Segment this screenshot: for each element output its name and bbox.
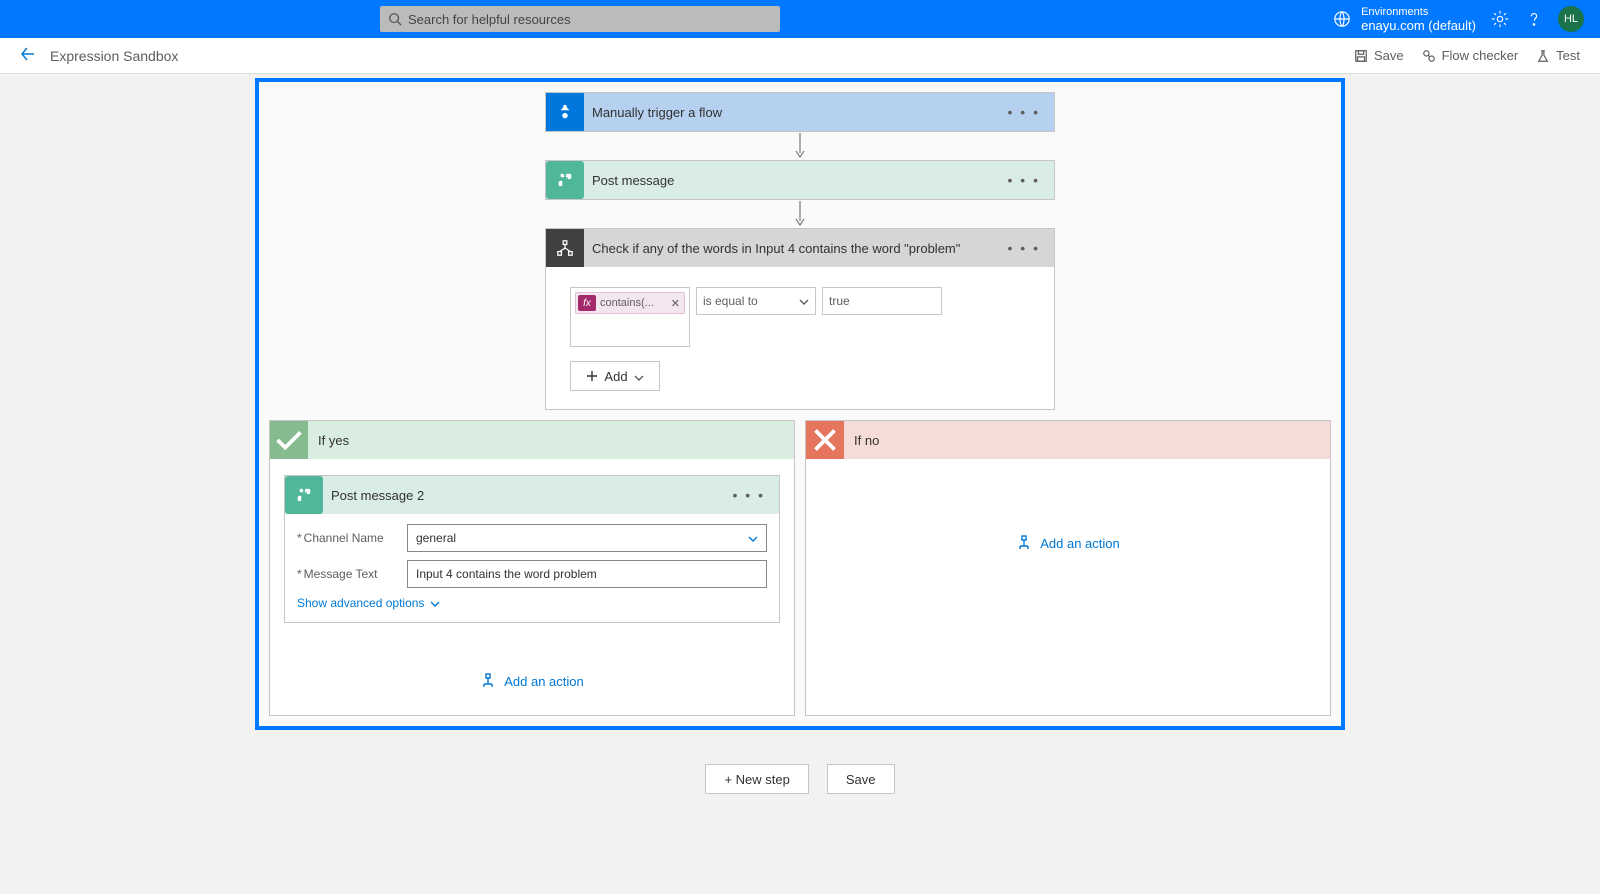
if-yes-title: If yes bbox=[318, 433, 349, 448]
flow-canvas: Manually trigger a flow • • • Post messa… bbox=[255, 78, 1345, 730]
page-title: Expression Sandbox bbox=[50, 48, 178, 64]
trigger-title: Manually trigger a flow bbox=[592, 105, 1004, 120]
help-icon bbox=[1525, 10, 1543, 28]
chevron-down-icon bbox=[748, 533, 758, 543]
environment-picker[interactable]: Environments enayu.com (default) bbox=[1333, 6, 1476, 32]
post-message-card[interactable]: Post message • • • bbox=[545, 160, 1055, 200]
post-message-title: Post message bbox=[592, 173, 1004, 188]
arrow-left-icon bbox=[20, 46, 36, 62]
if-no-branch: If no Add an action bbox=[805, 420, 1331, 716]
flask-icon bbox=[1536, 49, 1550, 63]
message-text-label: Message Text bbox=[297, 567, 407, 581]
condition-left-operand[interactable]: fx contains(... ✕ bbox=[570, 287, 690, 347]
search-placeholder: Search for helpful resources bbox=[408, 12, 571, 27]
condition-value-input[interactable]: true bbox=[822, 287, 942, 315]
trigger-icon bbox=[546, 93, 584, 131]
remove-token-icon[interactable]: ✕ bbox=[671, 297, 680, 310]
checker-icon bbox=[1422, 49, 1436, 63]
chevron-down-icon bbox=[799, 296, 809, 306]
ellipsis-icon[interactable]: • • • bbox=[1004, 104, 1044, 120]
expression-token[interactable]: fx contains(... ✕ bbox=[575, 292, 685, 314]
slack-icon bbox=[546, 161, 584, 199]
ellipsis-icon[interactable]: • • • bbox=[1004, 240, 1044, 256]
new-step-button[interactable]: + New step bbox=[705, 764, 808, 794]
add-action-button[interactable]: Add an action bbox=[284, 673, 780, 689]
condition-title: Check if any of the words in Input 4 con… bbox=[592, 241, 1004, 256]
ellipsis-icon[interactable]: • • • bbox=[729, 487, 769, 503]
add-action-icon bbox=[480, 673, 496, 689]
save-button[interactable]: Save bbox=[1354, 48, 1404, 63]
avatar[interactable]: HL bbox=[1558, 6, 1584, 32]
settings-button[interactable] bbox=[1490, 9, 1510, 29]
condition-icon bbox=[546, 229, 584, 267]
command-bar: Expression Sandbox Save Flow checker Tes… bbox=[0, 38, 1600, 74]
search-input[interactable]: Search for helpful resources bbox=[380, 6, 780, 32]
gear-icon bbox=[1491, 10, 1509, 28]
search-icon bbox=[388, 12, 402, 26]
condition-operator-select[interactable]: is equal to bbox=[696, 287, 816, 315]
post-message-2-card[interactable]: Post message 2 • • • Channel Name genera… bbox=[284, 475, 780, 623]
channel-name-select[interactable]: general bbox=[407, 524, 767, 552]
condition-card[interactable]: Check if any of the words in Input 4 con… bbox=[545, 228, 1055, 410]
trigger-card[interactable]: Manually trigger a flow • • • bbox=[545, 92, 1055, 132]
post-message-2-title: Post message 2 bbox=[331, 488, 729, 503]
connector-arrow bbox=[795, 132, 805, 160]
save-icon bbox=[1354, 49, 1368, 63]
slack-icon bbox=[285, 476, 323, 514]
env-name: enayu.com (default) bbox=[1361, 19, 1476, 32]
help-button[interactable] bbox=[1524, 9, 1544, 29]
fx-icon: fx bbox=[578, 295, 596, 311]
show-advanced-link[interactable]: Show advanced options bbox=[297, 596, 767, 610]
channel-name-label: Channel Name bbox=[297, 531, 407, 545]
globe-icon bbox=[1333, 10, 1351, 28]
plus-icon bbox=[586, 370, 598, 382]
chevron-down-icon bbox=[430, 598, 440, 608]
save-flow-button[interactable]: Save bbox=[827, 764, 895, 794]
if-no-title: If no bbox=[854, 433, 879, 448]
x-icon bbox=[806, 421, 844, 459]
if-yes-branch: If yes Post message 2 • • • bbox=[269, 420, 795, 716]
ellipsis-icon[interactable]: • • • bbox=[1004, 172, 1044, 188]
message-text-input[interactable]: Input 4 contains the word problem bbox=[407, 560, 767, 588]
back-button[interactable] bbox=[20, 46, 36, 65]
flow-checker-button[interactable]: Flow checker bbox=[1422, 48, 1519, 63]
top-bar: Search for helpful resources Environment… bbox=[0, 0, 1600, 38]
connector-arrow bbox=[795, 200, 805, 228]
add-action-button[interactable]: Add an action bbox=[820, 535, 1316, 551]
test-button[interactable]: Test bbox=[1536, 48, 1580, 63]
check-icon bbox=[270, 421, 308, 459]
add-condition-button[interactable]: Add bbox=[570, 361, 660, 391]
add-action-icon bbox=[1016, 535, 1032, 551]
chevron-down-icon bbox=[634, 371, 644, 381]
